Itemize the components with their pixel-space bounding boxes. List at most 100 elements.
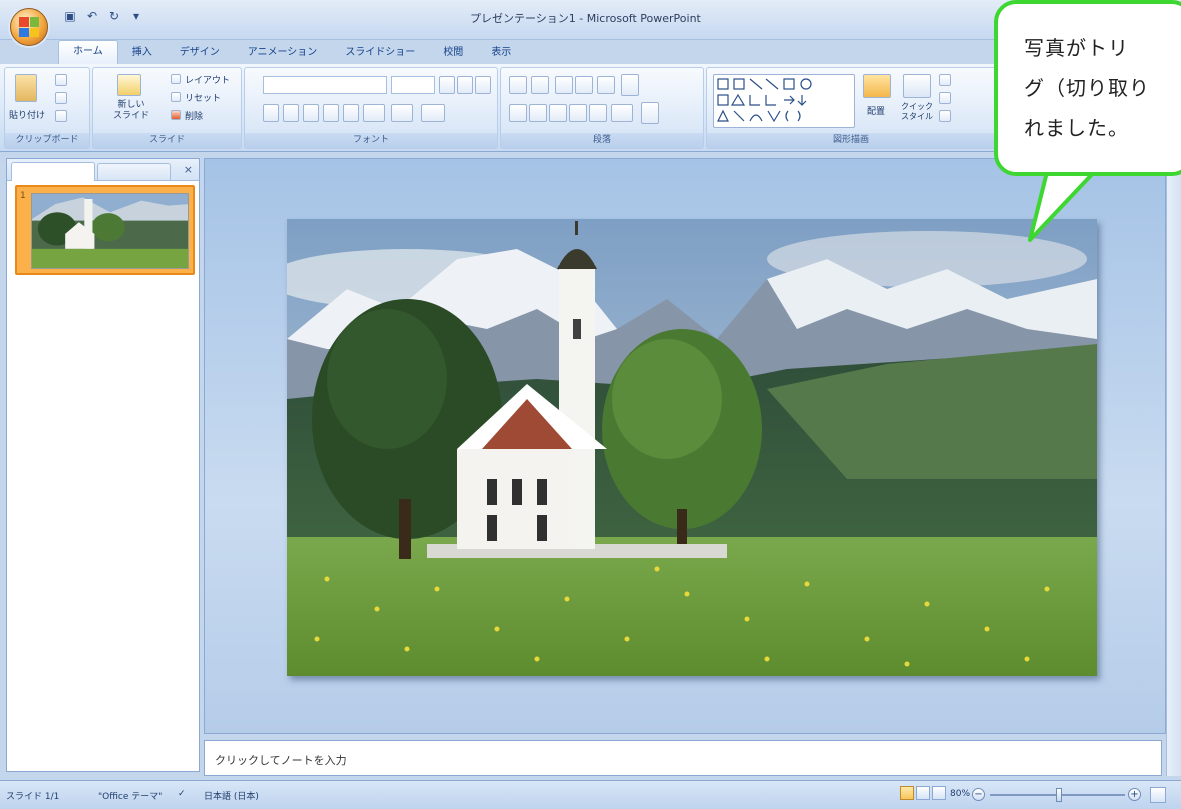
grow-font-icon[interactable] [439,76,455,94]
group-label-clipboard: クリップボード [5,133,89,148]
tab-animations[interactable]: アニメーション [234,42,332,64]
undo-icon[interactable]: ↶ [84,8,100,24]
tab-slideshow[interactable]: スライドショー [331,42,429,64]
font-name-select[interactable] [263,76,387,94]
align-left-icon[interactable] [509,104,527,122]
shapes-gallery[interactable] [713,74,855,128]
close-icon[interactable]: × [184,163,193,176]
group-label-paragraph: 段落 [501,133,703,148]
format-painter-icon[interactable] [55,110,67,122]
reset-icon [171,92,181,102]
italic-icon[interactable] [283,104,299,122]
slide-thumbnail-1[interactable]: 1 [15,185,195,275]
char-spacing-icon[interactable] [363,104,385,122]
fit-to-window-button[interactable] [1150,787,1166,803]
slide-number: 1 [20,191,26,201]
shape-effects-icon[interactable] [939,110,951,122]
tab-outline-view[interactable] [97,163,171,180]
panel-tabs: × [7,159,199,181]
paste-button[interactable]: 貼り付け [9,108,45,121]
ribbon-tabs: ホーム 挿入 デザイン アニメーション スライドショー 校閲 表示 [58,40,525,64]
paste-icon[interactable] [15,74,37,102]
font-color-icon[interactable] [421,104,445,122]
group-slides: 新しい スライド レイアウト リセット 削除 スライド [92,67,242,149]
redo-icon[interactable]: ↻ [106,8,122,24]
smartart-icon[interactable] [641,102,659,124]
slide-sorter-view-button[interactable] [916,786,930,800]
align-center-icon[interactable] [529,104,547,122]
save-icon[interactable]: ▣ [62,8,78,24]
office-logo-icon [19,17,39,37]
line-spacing-icon[interactable] [597,76,615,94]
slideshow-view-button[interactable] [932,786,946,800]
quick-access-toolbar: ▣ ↶ ↻ ▾ [62,8,144,24]
slide-thumbnail-image [31,193,189,269]
slide-editing-area [204,158,1166,734]
increase-indent-icon[interactable] [575,76,593,94]
distributed-icon[interactable] [589,104,607,122]
bold-icon[interactable] [263,104,279,122]
thumbnail-photo [32,194,188,268]
current-slide[interactable] [287,219,1097,676]
tab-home[interactable]: ホーム [58,40,118,64]
shape-outline-icon[interactable] [939,92,951,104]
tab-view[interactable]: 表示 [477,42,525,64]
tab-review[interactable]: 校閲 [429,42,477,64]
shape-fill-icon[interactable] [939,74,951,86]
zoom-slider-handle[interactable] [1056,788,1062,802]
copy-icon[interactable] [55,92,67,104]
status-slide-count: スライド 1/1 [6,792,60,802]
office-button[interactable] [10,8,48,46]
callout-tail [1028,168,1100,242]
delete-button[interactable]: 削除 [185,109,203,122]
layout-icon [171,74,181,84]
callout-bubble: 写真がトリ グ（切り取り れました。 [994,0,1181,176]
new-slide-icon[interactable] [117,74,141,96]
tab-design[interactable]: デザイン [166,42,234,64]
group-label-drawing: 図形描画 [707,133,995,148]
group-label-font: フォント [245,133,497,148]
spellcheck-icon[interactable]: ✓ [178,789,186,799]
zoom-level[interactable]: 80% [950,789,970,799]
shapes-gallery-icons [717,78,812,123]
cut-icon[interactable] [55,74,67,86]
arrange-button[interactable]: 配置 [867,104,885,117]
shrink-font-icon[interactable] [457,76,473,94]
clear-format-icon[interactable] [475,76,491,94]
customize-dropdown-icon[interactable]: ▾ [128,8,144,24]
decrease-indent-icon[interactable] [555,76,573,94]
quick-styles-button[interactable]: クイック スタイル [901,102,933,122]
quick-styles-icon[interactable] [903,74,931,98]
reset-button[interactable]: リセット [185,91,221,104]
strikethrough-icon[interactable] [323,104,339,122]
tab-slides-view[interactable] [11,162,95,181]
normal-view-button[interactable] [900,786,914,800]
numbering-icon[interactable] [531,76,549,94]
layout-button[interactable]: レイアウト [185,73,230,86]
slide-photo[interactable] [287,219,1097,676]
vertical-scrollbar[interactable] [1166,158,1181,776]
new-slide-button[interactable]: 新しい スライド [113,100,149,122]
delete-icon [171,110,181,120]
view-buttons [900,786,946,800]
group-clipboard: 貼り付け クリップボード [4,67,90,149]
group-paragraph: 段落 [500,67,704,149]
notes-placeholder: クリックしてノートを入力 [215,754,347,767]
slides-panel: × 1 [6,158,200,772]
justify-icon[interactable] [569,104,587,122]
change-case-icon[interactable] [391,104,413,122]
window-title: プレゼンテーション1 - Microsoft PowerPoint [470,12,701,25]
shadow-icon[interactable] [343,104,359,122]
font-size-select[interactable] [391,76,435,94]
columns-icon[interactable] [611,104,633,122]
align-right-icon[interactable] [549,104,567,122]
text-direction-icon[interactable] [621,74,639,96]
underline-icon[interactable] [303,104,319,122]
zoom-in-button[interactable]: + [1128,788,1141,801]
callout-text: 写真がトリ グ（切り取り れました。 [1024,36,1150,140]
arrange-icon[interactable] [863,74,891,98]
notes-pane[interactable]: クリックしてノートを入力 [204,740,1162,776]
bullets-icon[interactable] [509,76,527,94]
tab-insert[interactable]: 挿入 [118,42,166,64]
zoom-out-button[interactable]: − [972,788,985,801]
